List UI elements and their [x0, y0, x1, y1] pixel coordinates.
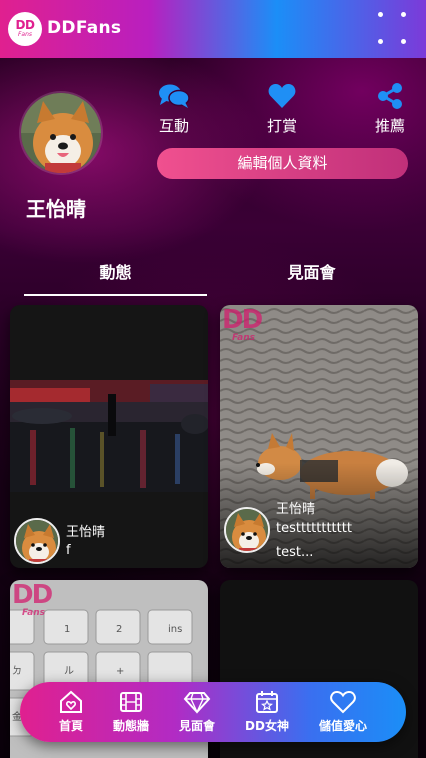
- edit-profile-button[interactable]: 編輯個人資料: [157, 148, 408, 179]
- home-icon: [60, 690, 82, 713]
- svg-text:ㄉ: ㄉ: [12, 665, 22, 677]
- bottom-navigation: 首頁 動態牆 見面會 DD女神 儲值愛心: [20, 682, 406, 742]
- nav-topup[interactable]: 儲值愛心: [308, 690, 378, 734]
- svg-text:+: +: [116, 666, 124, 677]
- nav-meetups-label: 見面會: [178, 719, 215, 733]
- svg-text:ins: ins: [168, 624, 182, 635]
- action-recommend[interactable]: 推薦: [360, 83, 420, 139]
- post-card[interactable]: 王怡晴 f: [10, 305, 208, 568]
- chat-icon: [159, 84, 190, 108]
- logo-sub-text: Fans: [17, 31, 33, 38]
- action-interact[interactable]: 互動: [144, 83, 204, 139]
- action-recommend-label: 推薦: [374, 117, 405, 135]
- action-interact-label: 互動: [158, 117, 189, 135]
- profile-name: 王怡晴: [26, 197, 86, 221]
- post-text: f: [66, 543, 71, 558]
- app-logo[interactable]: DD Fans: [8, 12, 42, 46]
- avatar[interactable]: [14, 518, 60, 564]
- calendar-icon: [256, 691, 278, 713]
- post-author: 王怡晴: [66, 525, 106, 540]
- watermark-sub: Fans: [22, 608, 45, 618]
- nav-feed[interactable]: 動態牆: [96, 690, 166, 734]
- logo-main-text: DD: [15, 18, 35, 32]
- app-title: DDFans: [47, 18, 122, 38]
- more-menu-icon[interactable]: [376, 8, 412, 50]
- diamond-icon: [183, 692, 211, 714]
- post-card[interactable]: DD Fans 王怡晴 testtttttttttt test...: [220, 305, 418, 568]
- action-tip-label: 打賞: [266, 117, 297, 135]
- film-icon: [120, 692, 142, 712]
- post-image: [10, 380, 208, 492]
- post-text-line1: testtttttttttt: [276, 521, 352, 536]
- nav-meetups[interactable]: 見面會: [162, 690, 232, 734]
- profile-avatar[interactable]: [19, 91, 103, 175]
- nav-topup-label: 儲值愛心: [318, 719, 367, 733]
- tab-meetups[interactable]: 見面會: [220, 259, 403, 283]
- active-tab-indicator: [24, 294, 207, 296]
- nav-feed-label: 動態牆: [112, 719, 149, 733]
- tab-posts[interactable]: 動態: [24, 259, 207, 283]
- watermark-logo: DD: [222, 305, 263, 335]
- action-tip[interactable]: 打賞: [252, 83, 312, 139]
- profile-actions: 互動 打賞 推薦: [150, 83, 420, 139]
- svg-text:2: 2: [116, 624, 122, 635]
- watermark-sub: Fans: [232, 333, 255, 343]
- share-icon: [378, 83, 402, 109]
- svg-text:ル: ル: [64, 666, 74, 677]
- heart-icon: [268, 83, 296, 108]
- top-app-bar: DD Fans DDFans: [0, 0, 426, 58]
- nav-goddess-label: DD女神: [245, 719, 289, 733]
- watermark-logo: DD: [12, 580, 53, 610]
- heart-outline-icon: [330, 691, 356, 714]
- post-author: 王怡晴: [276, 502, 316, 517]
- svg-text:1: 1: [64, 624, 70, 635]
- nav-goddess[interactable]: DD女神: [232, 690, 302, 734]
- avatar[interactable]: [224, 507, 270, 553]
- post-text-line2: test...: [276, 545, 314, 560]
